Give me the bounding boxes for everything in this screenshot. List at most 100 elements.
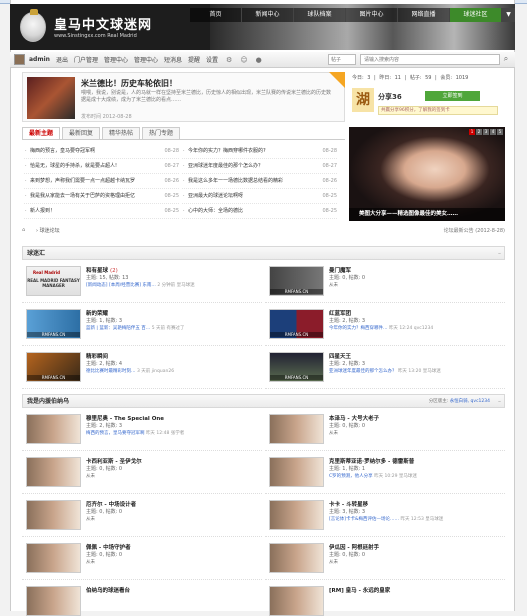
forum-title[interactable]: 四星天王 [329,352,351,360]
forum-thumbnail[interactable]: RMFANS.CN [26,352,81,382]
forum-item: RMFANS.CN 新的荣耀 主题: 1, 帖数: 3 蓝新 | 蓝新：吴艳梅陪… [22,306,262,346]
forum-title[interactable]: 新的荣耀 [86,309,108,317]
forum-title[interactable]: 穆里尼奥 - The Special One [86,414,164,422]
section-title[interactable]: 球迷汇 [27,250,45,257]
avatar[interactable] [14,54,25,65]
forum-thumbnail[interactable] [26,457,81,487]
slider-page-3[interactable]: 3 [483,129,489,135]
nav-home[interactable]: 首页 [190,8,242,22]
slider-page-5[interactable]: 5 [497,129,503,135]
tab-latest-threads[interactable]: 最新主题 [22,127,61,139]
home-icon[interactable]: ⌂ [22,227,25,233]
nav-news[interactable]: 新闻中心 [242,8,294,22]
forum-last-post[interactable]: 梅西的预言，皇马要夺冠军啊 昨天 12:48 张学者 [86,430,256,436]
search-scope-select[interactable]: 帖子 [328,54,356,65]
forum-title[interactable]: 伯纳乌的球迷看台 [86,586,130,594]
featured-photo-slider[interactable]: 1 2 3 4 5 美图大分享——精选图像最佳的美女…… [349,127,505,221]
tab-hot-topics[interactable]: 热门专题 [142,127,181,139]
checkin-button[interactable]: 立即签到 [425,91,480,101]
forum-title[interactable]: 伊瓜因 - 阿根廷射手 [329,543,379,551]
forum-last-post[interactable]: [言论体]卡卡&梅西评估—场论…… 昨天 12:53 皇马球迷 [329,516,499,522]
list-item[interactable]: 亚洲最大的球迷论坛啊呀08-25 [182,189,337,204]
forum-thumbnail[interactable]: RMFANS.CN [269,309,324,339]
forum-thumbnail[interactable] [26,414,81,444]
list-item[interactable]: 梅西的预言，皇马要夺冠军啊08-28 [24,144,179,159]
list-item[interactable]: 亚洲球迷年度最佳的那个怎么办？08-27 [182,159,337,174]
tab-latest-replies[interactable]: 最新回复 [62,127,101,139]
collapse-icon[interactable]: – [498,247,501,260]
forum-last-post[interactable]: C罗的预测，他人分享 昨天 10:29 皇马球迷 [329,473,499,479]
photo-caption[interactable]: 美图大分享——精选图像最佳的美女…… [349,208,505,221]
list-item[interactable]: 今年你的实力？梅西穿哪件衣服的?08-28 [182,144,337,159]
forum-thumbnail[interactable]: RMFANS.CN [269,266,324,296]
bulb-icon[interactable]: ● [256,56,262,64]
user-icon[interactable]: ☺ [240,56,247,64]
latest-announcement-link[interactable]: 论坛最新公告 (2012-8-28) [444,227,505,234]
section-title[interactable]: 我是内援伯纳乌 [27,398,69,405]
forum-title[interactable]: 卡西利亚斯 - 圣伊戈尔 [86,457,142,465]
forum-last-post[interactable]: 今年你的实力？梅西穿哪件… 昨天 12:24 qvc1234 [329,325,499,331]
forum-title[interactable]: 佩佩 - 中场守护者 [86,543,131,551]
logout-link[interactable]: 退出 [56,55,68,64]
list-item[interactable]: 心中的大师：全场的德比08-25 [182,204,337,219]
forum-thumbnail[interactable] [269,586,324,616]
forum-title[interactable]: 克里斯蒂亚诺·罗纳尔多 - 德雷斯普 [329,457,414,465]
section-moderators: 分区版主: 永恒白骑, qvc1234 [428,399,490,404]
chevron-down-icon[interactable]: ▼ [502,8,515,22]
admin-center-link[interactable]: 管理中心 [104,55,128,64]
forum-thumbnail[interactable] [269,457,324,487]
forum-last-post[interactable]: 德比比赛时最精彩时刻… 3 天前 jinquan26 [86,368,256,374]
collapse-icon[interactable]: – [498,395,501,408]
nav-forum[interactable]: 球迷社区 [450,8,502,22]
portal-admin-link[interactable]: 门户管理 [74,55,98,64]
forum-thumbnail[interactable]: RMFANS.CN [269,352,324,382]
forum-title[interactable]: 精彩瞬间 [86,352,108,360]
messages-link[interactable]: 短消息 [164,55,182,64]
forum-thumbnail[interactable]: Real Madrid REAL MADRID FANTASY MANAGER [26,266,81,296]
forum-title[interactable]: [RM] 皇马 - 永远的皇家 [329,586,390,594]
nav-live[interactable]: 网络直播 [398,8,450,22]
forum-last-post[interactable]: 亚洲球迷年度最佳的那个怎么办？ 昨天 13:20 皇马球迷 [329,368,499,374]
forum-last-post[interactable]: [新闻动态] [本周/经营比赛] 东南… 2 分钟前 皇马球迷 [86,282,256,288]
slider-page-1[interactable]: 1 [469,129,475,135]
notice-thumbnail[interactable] [27,77,75,119]
admin-center-link-2[interactable]: 管理中心 [134,55,158,64]
forum-title[interactable]: 卡卡 - 斗转星移 [329,500,368,508]
forum-thumbnail[interactable] [269,500,324,530]
notice-title[interactable]: 米兰德比！历史车轮依旧！ [81,78,177,89]
checkin-info[interactable]: 共赢分享96积分，了解我的签到卡 [378,106,498,115]
nav-team[interactable]: 球队档案 [294,8,346,22]
list-item[interactable]: 我是这么多年一一场德比数据总结看的精彩08-26 [182,174,337,189]
checkin-mood-badge: 湖 [352,88,374,112]
notices-link[interactable]: 提醒 [188,55,200,64]
forum-thumbnail[interactable] [269,414,324,444]
search-input[interactable] [360,54,500,65]
forum-thumbnail[interactable] [26,543,81,573]
forum-thumbnail[interactable] [269,543,324,573]
forum-last-post[interactable]: 蓝新 | 蓝新：吴艳梅陪伴五 百… 5 天前 有赛过了 [86,325,256,331]
forum-thumbnail[interactable] [26,500,81,530]
gear-icon[interactable]: ⚙ [226,56,232,64]
slider-page-4[interactable]: 4 [490,129,496,135]
forum-title[interactable]: 本泽马 - 大号大老子 [329,414,379,422]
list-item[interactable]: 我是我从家能去一场有关于巴萨的资格理由拒亿08-25 [24,189,179,204]
slider-page-2[interactable]: 2 [476,129,482,135]
forum-title[interactable]: 红蓝军团 [329,309,351,317]
nav-photos[interactable]: 图片中心 [346,8,398,22]
list-item[interactable]: 新人报到！08-25 [24,204,179,219]
forum-title[interactable]: 和有星球 (2) [86,266,118,274]
list-item[interactable]: 来到梦想，声称我们需要一点一点超越卡纳瓦罗08-26 [24,174,179,189]
breadcrumb-path[interactable]: › 球迷论坛 [36,227,60,234]
search-icon[interactable]: ⌕ [500,54,512,65]
forum-stats: 今日: 3 | 昨日: 11 | 帖子: 59 | 会员: 1019 [352,75,469,81]
username-link[interactable]: admin [29,56,50,63]
site-title[interactable]: 皇马中文球迷网 [54,14,152,33]
forum-title[interactable]: 厄齐尔 - 中场设计者 [86,500,136,508]
real-madrid-crest-logo[interactable] [20,9,46,42]
forum-thumbnail[interactable]: RMFANS.CN [26,309,81,339]
list-item[interactable]: 恰是无，球星的手持杀，就是要占超人!08-27 [24,159,179,174]
tab-digest[interactable]: 精华热帖 [102,127,141,139]
forum-thumbnail[interactable] [26,586,81,616]
settings-link[interactable]: 设置 [206,55,218,64]
forum-title[interactable]: 曼门魔军 [329,266,351,274]
